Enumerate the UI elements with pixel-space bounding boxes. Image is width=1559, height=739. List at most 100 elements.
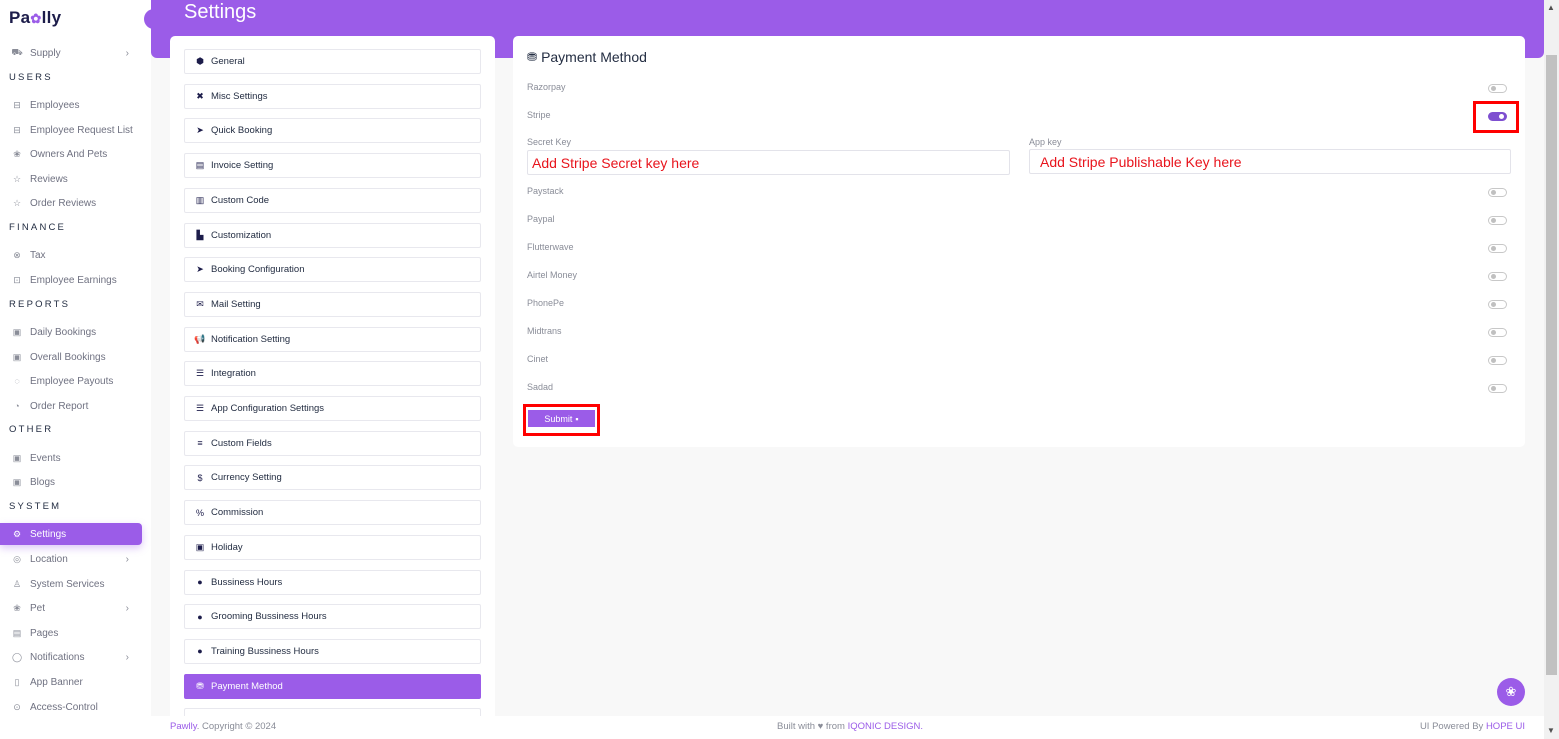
payment-method-card: ⛃ Payment Method Secret Key Add Stripe S… <box>513 36 1525 447</box>
sidebar-item-reviews[interactable]: ☆ Reviews <box>0 168 142 190</box>
sidebar-item-label: Employees <box>30 99 80 111</box>
gateway-toggle-flutterwave[interactable] <box>1488 244 1507 253</box>
settings-menu-invoice-setting[interactable]: ▤ Invoice Setting <box>184 153 481 179</box>
page-icon: ▤ <box>12 627 22 638</box>
page-scrollbar[interactable]: ▲ ▼ <box>1544 0 1559 739</box>
sidebar-item-label: Notifications <box>30 651 85 663</box>
app-key-label: App key <box>1029 137 1062 147</box>
settings-menu-app-configuration-settings[interactable]: ☰ App Configuration Settings <box>184 396 481 421</box>
settings-menu-payment-method[interactable]: ⛃ Payment Method <box>184 673 481 699</box>
secret-key-input[interactable]: Add Stripe Secret key here <box>527 150 1010 175</box>
sidebar-item-label: Blogs <box>30 476 56 488</box>
gateway-toggle-paypal[interactable] <box>1488 216 1507 225</box>
scroll-up-arrow-icon[interactable]: ▲ <box>1547 3 1555 12</box>
settings-menu-label: Misc Settings <box>211 90 268 102</box>
settings-menu-currency-setting[interactable]: $ Currency Setting <box>184 465 481 491</box>
pie-chart-icon: ◔ <box>14 401 20 411</box>
star-icon: ☆ <box>12 197 22 208</box>
sidebar-item-daily-bookings[interactable]: ▣ Daily Bookings <box>0 321 142 343</box>
settings-menu-booking-configuration[interactable]: ➤ Booking Configuration <box>184 257 481 283</box>
sliders-icon: ☰ <box>195 368 205 379</box>
sidebar-item-label: Overall Bookings <box>30 351 106 363</box>
settings-menu-label: Custom Fields <box>211 437 272 449</box>
gateway-toggle-paystack[interactable] <box>1488 188 1507 197</box>
sidebar-item-label: Location <box>30 553 68 565</box>
sidebar-item-label: Daily Bookings <box>30 326 97 338</box>
settings-menu-general[interactable]: ⬢ General <box>184 49 481 74</box>
app-key-input[interactable]: Add Stripe Publishable Key here <box>1029 149 1511 174</box>
clock-icon: ● <box>197 611 203 622</box>
sidebar-item-owners-and-pets[interactable]: ❀ Owners And Pets <box>0 143 142 165</box>
sidebar-item-order-reviews[interactable]: ☆ Order Reviews <box>0 192 142 214</box>
settings-menu-integration[interactable]: ☰ Integration <box>184 361 481 387</box>
settings-menu-label: General <box>211 56 245 67</box>
sidebar-item-label: Owners And Pets <box>30 148 108 160</box>
sidebar: Pa✿lly ⛟ Supply › USERS ⊟ Employees ⊟ Employee … <box>0 0 151 739</box>
briefcase-icon: ⊟ <box>13 124 21 135</box>
settings-menu-label: Customization <box>211 229 272 241</box>
sidebar-item-overall-bookings[interactable]: ▣ Overall Bookings <box>0 346 142 368</box>
sidebar-item-employee-earnings[interactable]: ⊡ Employee Earnings <box>0 269 142 291</box>
chevron-right-icon: › <box>125 602 129 614</box>
sidebar-item-employees[interactable]: ⊟ Employees <box>0 94 142 116</box>
settings-menu-label: Custom Code <box>211 194 270 206</box>
settings-menu-customization[interactable]: ▙ Customization <box>184 222 481 248</box>
sidebar-item-system-services[interactable]: ♙ System Services <box>0 573 142 595</box>
hope-ui-link[interactable]: HOPE UI <box>1486 721 1525 732</box>
settings-menu-training-bussiness-hours[interactable]: ● Training Bussiness Hours <box>184 638 481 664</box>
settings-menu-misc-settings[interactable]: ✖ Misc Settings <box>184 83 481 109</box>
gateway-toggle-razorpay[interactable] <box>1488 84 1507 93</box>
settings-menu-commission[interactable]: % Commission <box>184 500 481 526</box>
logo[interactable]: Pa✿lly <box>9 8 61 28</box>
settings-menu-grooming-bussiness-hours[interactable]: ● Grooming Bussiness Hours <box>184 604 481 630</box>
paw-fab-button[interactable]: ❀ <box>1497 678 1525 706</box>
coins-icon: ⛃ <box>527 50 538 64</box>
gateway-label-stripe: Stripe <box>527 110 551 120</box>
settings-menu-holiday[interactable]: ▣ Holiday <box>184 534 481 560</box>
footer-brand-link[interactable]: Pawlly <box>170 721 197 732</box>
submit-button[interactable]: Submit ▪ <box>528 410 595 427</box>
sidebar-item-pages[interactable]: ▤ Pages <box>0 622 142 644</box>
scroll-thumb[interactable] <box>1546 55 1557 675</box>
gateway-toggle-phonepe[interactable] <box>1488 300 1507 309</box>
sidebar-item-events[interactable]: ▣ Events <box>0 447 142 469</box>
gateway-toggle-sadad[interactable] <box>1488 384 1507 393</box>
settings-menu-notification-setting[interactable]: 📢 Notification Setting <box>184 326 481 352</box>
gateway-label-paypal: Paypal <box>527 214 555 224</box>
settings-menu-bussiness-hours[interactable]: ● Bussiness Hours <box>184 569 481 595</box>
sidebar-item-label: Pet <box>30 602 46 614</box>
sidebar-item-access-control[interactable]: ⊙ Access-Control <box>0 696 142 718</box>
sidebar-item-blogs[interactable]: ▣ Blogs <box>0 471 142 493</box>
settings-menu-label: Grooming Bussiness Hours <box>211 611 327 623</box>
settings-menu-custom-code[interactable]: ▥ Custom Code <box>184 187 481 213</box>
sidebar-item-supply[interactable]: ⛟ Supply › <box>0 42 142 64</box>
iqonic-link[interactable]: IQONIC DESIGN. <box>848 721 923 732</box>
sidebar-item-tax[interactable]: ⊗ Tax <box>0 244 142 266</box>
sidebar-item-label: Supply <box>30 47 61 59</box>
sidebar-item-settings[interactable]: ⚙ Settings <box>0 523 142 545</box>
settings-menu-quick-booking[interactable]: ➤ Quick Booking <box>184 118 481 144</box>
settings-menu-mail-setting[interactable]: ✉ Mail Setting <box>184 291 481 317</box>
sidebar-item-app-banner[interactable]: ▯ App Banner <box>0 671 142 693</box>
gateway-toggle-airtel-money[interactable] <box>1488 272 1507 281</box>
gear-icon: ⚙ <box>12 528 22 539</box>
calendar-icon: ▣ <box>12 452 22 463</box>
gateway-toggle-midtrans[interactable] <box>1488 328 1507 337</box>
sidebar-item-label: Tax <box>30 249 46 261</box>
sidebar-item-employee-request-list[interactable]: ⊟ Employee Request List <box>0 119 142 141</box>
sidebar-item-location[interactable]: ◎ Location › <box>0 548 142 570</box>
section-finance: FINANCE <box>9 222 67 233</box>
settings-menu-custom-fields[interactable]: ≡ Custom Fields <box>184 430 481 456</box>
gateway-label-airtel-money: Airtel Money <box>527 270 578 280</box>
sidebar-item-employee-payouts[interactable]: ◌ Employee Payouts <box>0 370 142 392</box>
sidebar-item-pet[interactable]: ❀ Pet › <box>0 597 142 619</box>
sidebar-item-notifications[interactable]: ◯ Notifications › <box>0 646 142 668</box>
clock-icon: ● <box>197 577 203 587</box>
sidebar-item-order-report[interactable]: ◔ Order Report <box>0 395 142 417</box>
gateway-toggle-stripe[interactable] <box>1488 112 1507 121</box>
sidebar-item-label: Employee Payouts <box>30 375 114 387</box>
scroll-down-arrow-icon[interactable]: ▼ <box>1547 726 1555 735</box>
megaphone-icon: 📢 <box>194 333 206 344</box>
gateway-toggle-cinet[interactable] <box>1488 356 1507 365</box>
sidebar-item-label: Events <box>30 452 61 464</box>
